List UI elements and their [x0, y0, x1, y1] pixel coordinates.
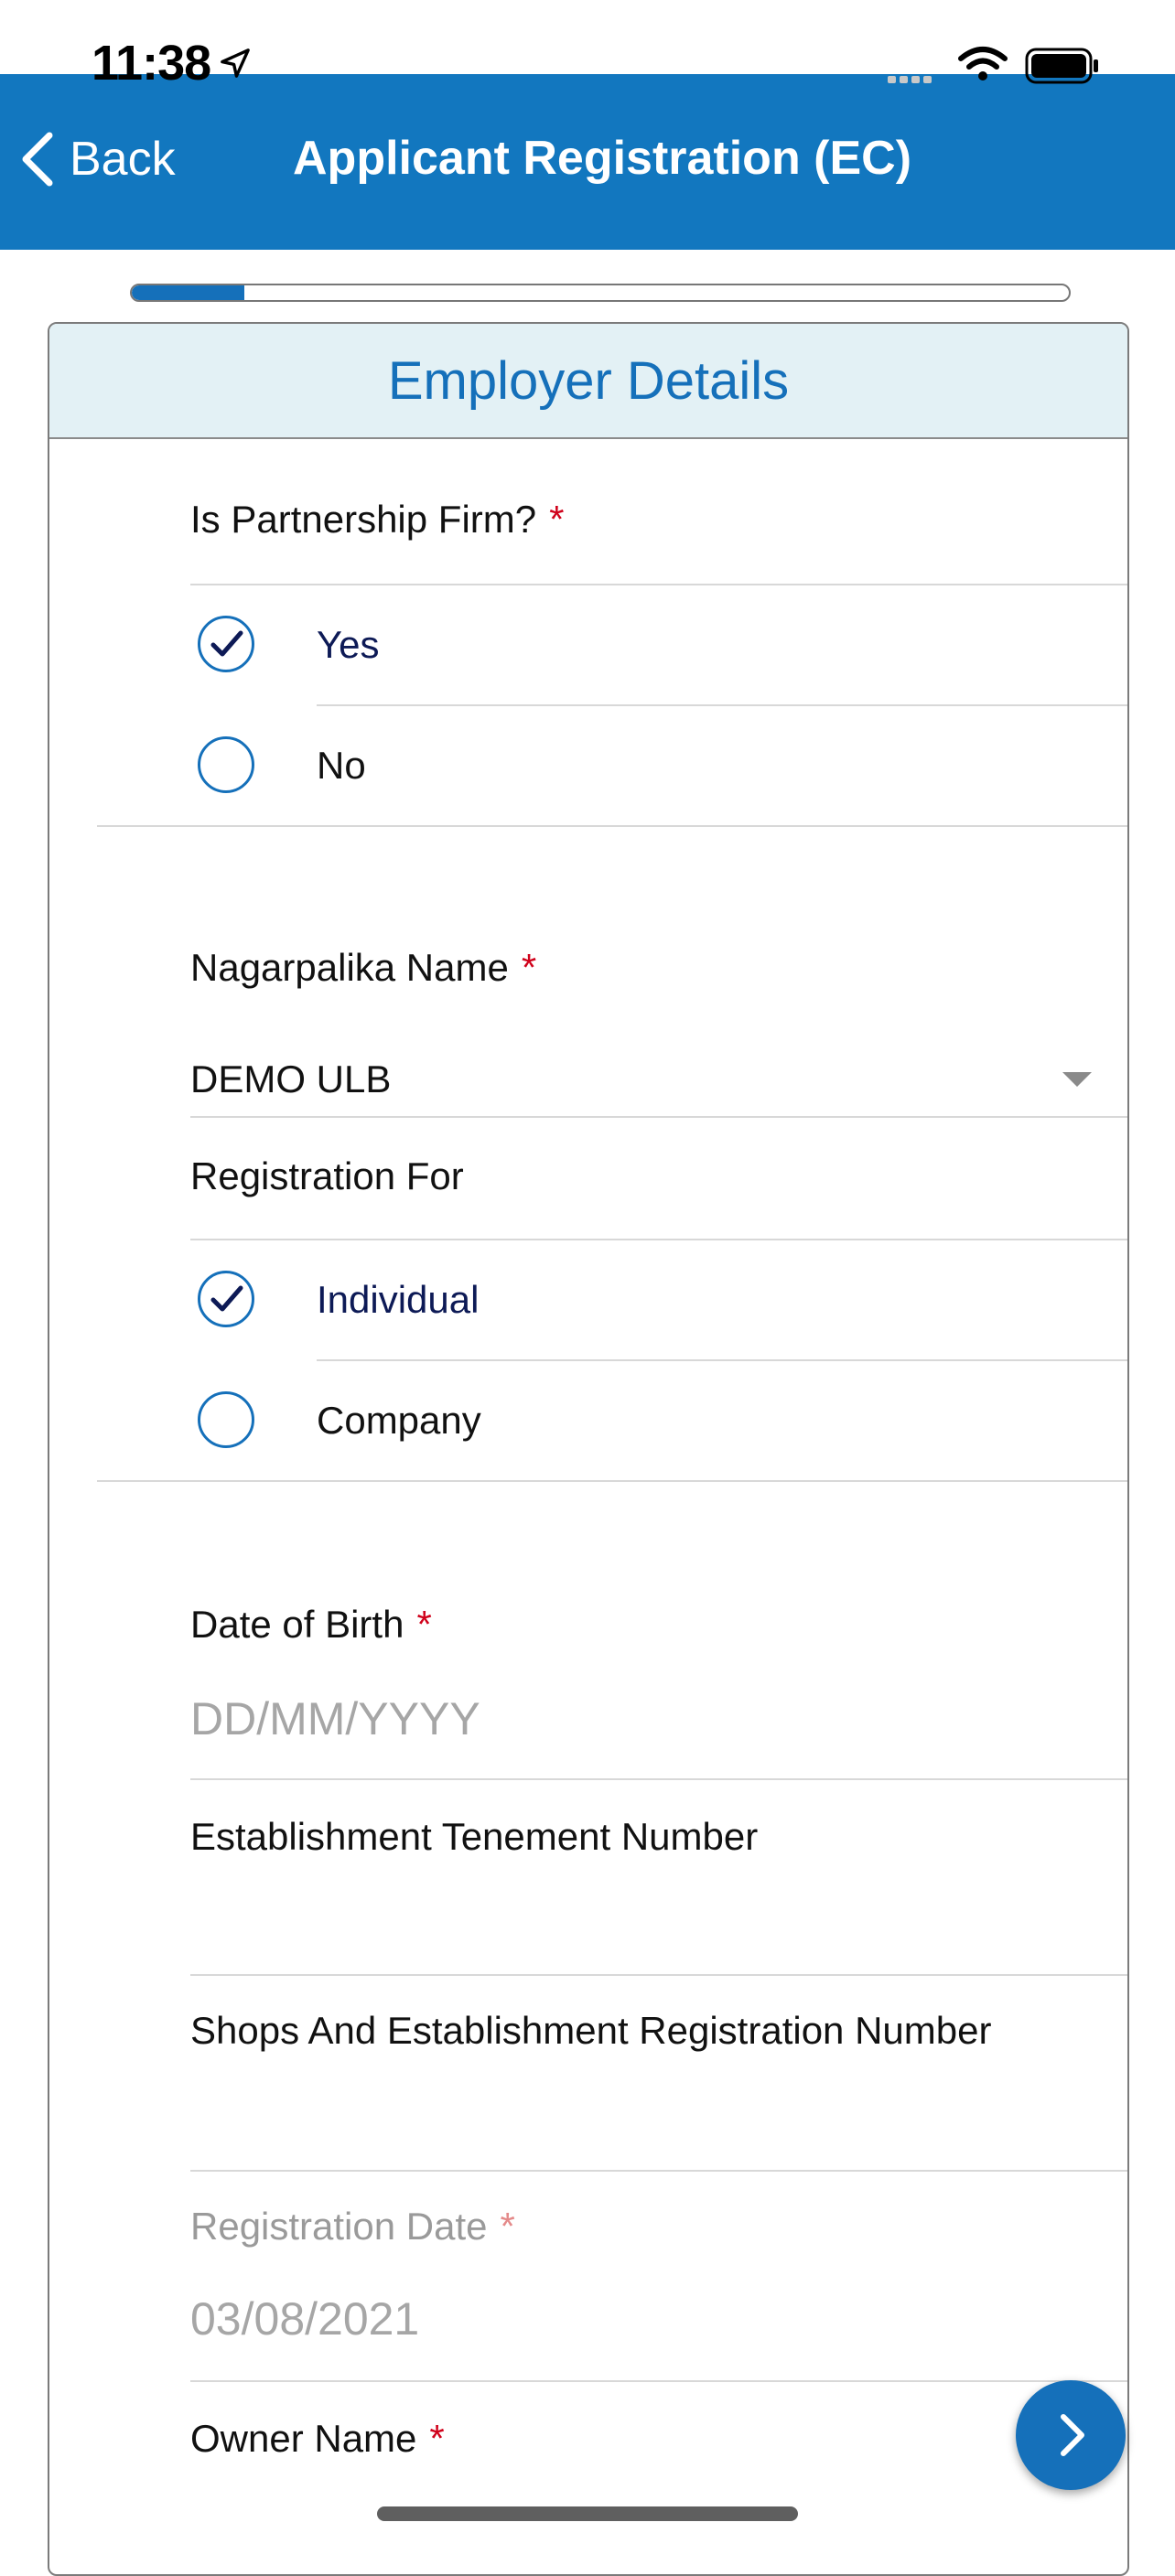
check-icon [210, 630, 243, 657]
radio-label: No [317, 744, 366, 787]
registration-for-label: Registration For [190, 1154, 464, 1198]
nagarpalika-label: Nagarpalika Name * [190, 946, 536, 990]
radio-partnership-no[interactable]: No [190, 706, 1127, 825]
radio-partnership-yes[interactable]: Yes [190, 585, 1127, 704]
radio-label: Company [317, 1399, 481, 1442]
registration-date-label-text: Registration Date [190, 2205, 488, 2248]
dob-label: Date of Birth * [190, 1603, 432, 1647]
partnership-label: Is Partnership Firm? * [190, 498, 564, 542]
divider [190, 2380, 1127, 2382]
shops-registration-label-text: Shops And Establishment Registration Num… [190, 2009, 992, 2052]
radio-selected [198, 1271, 254, 1327]
wifi-icon [958, 47, 1008, 80]
radio-unselected [198, 1391, 254, 1448]
employer-details-card: Employer Details Is Partnership Firm? * Y… [48, 322, 1129, 2576]
divider [190, 2170, 1127, 2172]
radio-unselected [198, 736, 254, 793]
card-title: Employer Details [387, 350, 790, 411]
home-indicator [377, 2506, 798, 2521]
next-button[interactable] [1016, 2380, 1126, 2490]
tenement-input[interactable] [190, 1894, 1127, 1958]
radio-selected [198, 616, 254, 672]
radio-registration-company[interactable]: Company [190, 1361, 1127, 1480]
progress-fill [132, 285, 244, 300]
registration-date-label: Registration Date * [190, 2205, 515, 2249]
chevron-left-icon [22, 132, 53, 187]
tenement-label-text: Establishment Tenement Number [190, 1815, 759, 1858]
radio-registration-individual[interactable]: Individual [190, 1240, 1127, 1359]
owner-name-label-text: Owner Name [190, 2417, 417, 2460]
required-mark: * [500, 2205, 515, 2248]
status-bar: 11:38 [0, 0, 1175, 91]
chevron-right-icon [1061, 2414, 1084, 2456]
shops-registration-label: Shops And Establishment Registration Num… [190, 2009, 991, 2053]
divider [190, 1778, 1127, 1780]
divider [190, 1974, 1127, 1976]
page-title: Applicant Registration (EC) [293, 132, 912, 185]
nagarpalika-value: DEMO ULB [190, 1057, 392, 1100]
tenement-label: Establishment Tenement Number [190, 1815, 758, 1859]
registration-date-input [190, 2287, 1127, 2351]
navigation-bar: Back Applicant Registration (EC) [0, 74, 1175, 250]
radio-label: Individual [317, 1278, 480, 1321]
form-progress-bar [130, 284, 1071, 302]
location-arrow-icon [221, 48, 250, 78]
owner-name-label: Owner Name * [190, 2417, 445, 2461]
nagarpalika-select[interactable]: DEMO ULB [190, 1039, 1127, 1112]
divider [190, 1116, 1127, 1118]
required-mark: * [521, 946, 537, 989]
back-button[interactable]: Back [18, 127, 176, 191]
required-mark: * [429, 2417, 445, 2460]
signal-icon [888, 71, 935, 88]
required-mark: * [416, 1603, 432, 1646]
shops-registration-input[interactable] [190, 2089, 1127, 2153]
divider [97, 825, 1127, 827]
dropdown-caret-icon [1062, 1072, 1092, 1087]
required-mark: * [549, 498, 565, 541]
back-label: Back [70, 133, 176, 186]
radio-label: Yes [317, 623, 380, 666]
nagarpalika-label-text: Nagarpalika Name [190, 946, 509, 989]
registration-for-label-text: Registration For [190, 1154, 464, 1197]
battery-icon [1025, 48, 1098, 84]
card-header: Employer Details [49, 324, 1127, 439]
status-time: 11:38 [92, 36, 211, 91]
check-icon [210, 1285, 243, 1312]
dob-label-text: Date of Birth [190, 1603, 404, 1646]
partnership-label-text: Is Partnership Firm? [190, 498, 537, 541]
divider [97, 1480, 1127, 1482]
dob-input[interactable] [190, 1687, 1127, 1751]
